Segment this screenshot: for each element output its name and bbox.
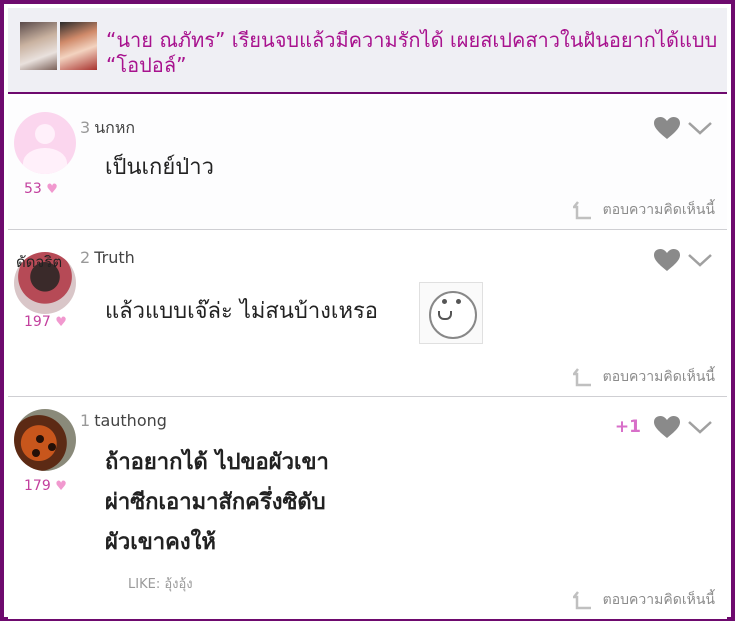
reply-arrow-icon — [572, 368, 591, 387]
comment-meta: 3 นกหก — [80, 116, 135, 141]
chevron-down-icon[interactable] — [687, 118, 713, 138]
chevron-down-icon[interactable] — [687, 250, 713, 270]
comment-number: 1 — [80, 411, 91, 430]
comment-body: ถ้าอยากได้ ไปขอผัวเขา ผ่าซีกเอามาสักครึ่… — [105, 443, 329, 563]
like-count: 197 ♥ — [24, 314, 67, 330]
comment-number: 3 — [80, 118, 91, 137]
plus-one-badge: +1 — [614, 417, 641, 437]
comment-number: 2 — [80, 248, 91, 267]
comment-item: ดัดจริต 197 ♥ 2 Truth แล้วแบบเจ๊ล่ะ ไม่สน… — [8, 230, 727, 397]
comment-line: เป็นเกย์ป่าว — [105, 155, 214, 180]
small-heart-icon: ♥ — [55, 315, 67, 330]
article-thumbnail-1[interactable] — [20, 22, 57, 70]
comment-line: ผ่าซีกเอามาสักครึ่งซิดับ — [105, 490, 326, 515]
heart-icon[interactable] — [653, 116, 681, 140]
comment-meta: 2 Truth — [80, 248, 135, 267]
like-count: 179 ♥ — [24, 478, 67, 494]
reply-arrow-icon — [572, 591, 591, 610]
comment-line: ถ้าอยากได้ ไปขอผัวเขา — [105, 450, 329, 475]
heart-icon[interactable] — [653, 248, 681, 272]
article-header: “นาย ณภัทร” เรียนจบแล้วมีความรักได้ เผยส… — [8, 8, 727, 94]
comment-line: แล้วแบบเจ๊ล่ะ ไม่สนบ้างเหรอ — [105, 299, 378, 324]
sticker-image — [419, 282, 483, 344]
comment-item: 53 ♥ 3 นกหก เป็นเกย์ป่าว ตอบความคิดเห็นนี… — [8, 98, 727, 230]
reply-link[interactable]: ตอบความคิดเห็นนี้ — [572, 199, 715, 221]
comment-meta: 1 tauthong — [80, 411, 167, 430]
comment-actions — [653, 116, 713, 140]
reply-arrow-icon — [572, 201, 591, 220]
comment-actions — [653, 248, 713, 272]
article-thumbnail-2[interactable] — [60, 22, 97, 70]
reply-link[interactable]: ตอบความคิดเห็นนี้ — [572, 589, 715, 611]
app-frame: “นาย ณภัทร” เรียนจบแล้วมีความรักได้ เผยส… — [0, 0, 735, 621]
chevron-down-icon[interactable] — [687, 417, 713, 437]
comment-actions: +1 — [615, 415, 713, 439]
small-heart-icon: ♥ — [46, 182, 58, 197]
username[interactable]: Truth — [94, 248, 135, 267]
comment-body: เป็นเกย์ป่าว — [105, 148, 214, 188]
article-title[interactable]: “นาย ณภัทร” เรียนจบแล้วมีความรักได้ เผยส… — [106, 28, 726, 78]
username[interactable]: tauthong — [94, 411, 167, 430]
username[interactable]: นกหก — [94, 118, 135, 137]
comment-body: แล้วแบบเจ๊ล่ะ ไม่สนบ้างเหรอ — [105, 292, 378, 332]
reply-link[interactable]: ตอบความคิดเห็นนี้ — [572, 366, 715, 388]
like-attribution: LIKE: อุ้งอุ้ง — [128, 577, 193, 592]
comment-item: 179 ♥ 1 tauthong ถ้าอยากได้ ไปขอผัวเขา ผ่… — [8, 397, 727, 619]
avatar[interactable] — [14, 409, 76, 471]
heart-icon[interactable] — [653, 415, 681, 439]
like-count: 53 ♥ — [24, 181, 58, 197]
avatar-caption: ดัดจริต — [16, 253, 63, 271]
small-heart-icon: ♥ — [55, 479, 67, 494]
comment-line: ผัวเขาคงให้ — [105, 530, 216, 555]
avatar[interactable] — [14, 112, 76, 174]
